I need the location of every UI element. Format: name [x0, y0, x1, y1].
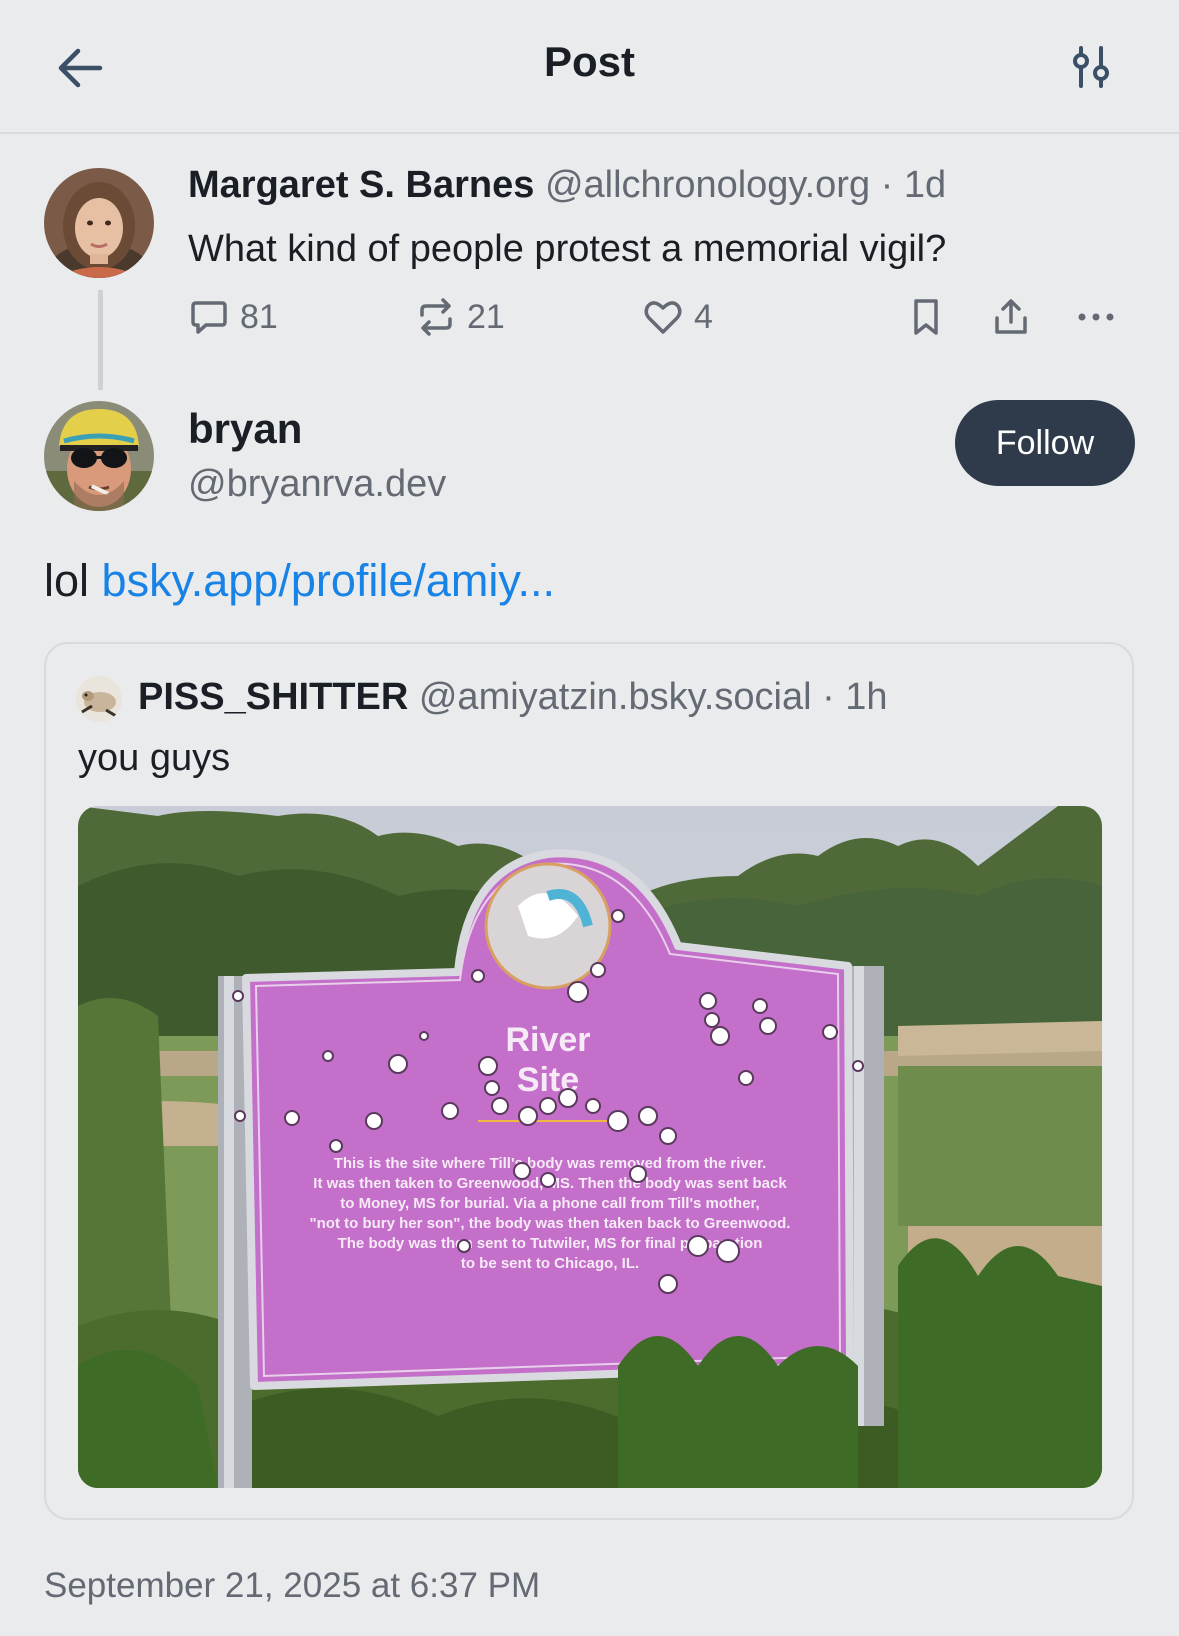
author-name[interactable]: Margaret S. Barnes — [188, 164, 534, 206]
repost-button[interactable]: 21 — [415, 296, 505, 338]
author-name[interactable]: bryan — [188, 405, 302, 453]
repost-icon — [420, 298, 452, 336]
separator: · — [880, 164, 894, 206]
post-image[interactable]: River Site This is the site where Till's… — [78, 806, 1102, 1488]
like-count: 4 — [694, 297, 713, 336]
sliders-icon[interactable] — [1068, 44, 1114, 90]
separator: · — [822, 676, 835, 718]
post-age: 1d — [903, 164, 947, 206]
more-options-button[interactable] — [1075, 296, 1127, 338]
heart-icon — [644, 301, 682, 334]
share-button[interactable] — [990, 296, 1042, 338]
reply-count: 81 — [240, 297, 278, 336]
quoted-post-text: you guys — [78, 737, 231, 779]
post-link[interactable]: bsky.app/profile/amiy... — [102, 555, 556, 606]
author-name[interactable]: PISS_SHITTER — [138, 676, 408, 718]
repost-count: 21 — [467, 297, 505, 336]
quoted-post-header: PISS_SHITTER @amiyatzin.bsky.social · 1h — [138, 676, 888, 719]
like-button[interactable]: 4 — [642, 296, 713, 338]
sign-line-4: "not to bury her son", the body was then… — [310, 1215, 791, 1232]
bookmark-button[interactable] — [905, 296, 957, 338]
avatar-bryan[interactable] — [44, 401, 154, 511]
post-age: 1h — [845, 676, 888, 718]
reply-icon — [191, 301, 227, 334]
avatar-piss-shitter[interactable] — [76, 676, 122, 722]
follow-button[interactable]: Follow — [955, 400, 1135, 486]
bookmark-icon — [914, 299, 938, 335]
avatar-margaret[interactable] — [44, 168, 154, 278]
author-handle[interactable]: @allchronology.org — [545, 164, 870, 206]
memorial-sign-photo: River Site This is the site where Till's… — [78, 806, 1102, 1488]
post-text-prefix: lol — [44, 555, 90, 606]
post-header: Post — [0, 0, 1179, 134]
author-handle[interactable]: @bryanrva.dev — [188, 463, 446, 506]
sign-title-line1: River — [505, 1021, 590, 1059]
share-icon — [995, 299, 1027, 334]
sign-line-6: to be sent to Chicago, IL. — [461, 1255, 639, 1272]
reply-button[interactable]: 81 — [188, 296, 278, 338]
parent-post-header: Margaret S. Barnes @allchronology.org · … — [188, 164, 946, 207]
sign-line-1: This is the site where Till's body was r… — [334, 1155, 767, 1172]
page-title: Post — [543, 38, 635, 85]
post-timestamp: September 21, 2025 at 6:37 PM — [44, 1566, 541, 1605]
post-text: lol bsky.app/profile/amiy... — [44, 555, 555, 607]
thread-line — [98, 290, 103, 390]
quoted-post[interactable]: PISS_SHITTER @amiyatzin.bsky.social · 1h… — [44, 642, 1134, 1520]
sign-line-3: to Money, MS for burial. Via a phone cal… — [340, 1195, 759, 1212]
ellipsis-icon — [1078, 313, 1114, 321]
parent-post-text: What kind of people protest a memorial v… — [188, 228, 947, 270]
author-handle[interactable]: @amiyatzin.bsky.social — [419, 676, 812, 718]
